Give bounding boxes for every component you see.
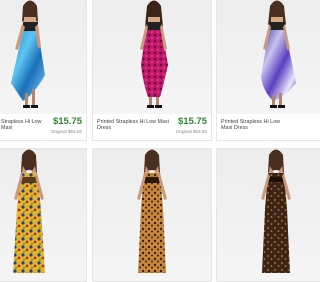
product-image[interactable] <box>217 149 320 281</box>
original-price: Original $63.00 <box>175 129 207 134</box>
product-image[interactable] <box>93 149 211 281</box>
model-leopard-dress-illustration <box>137 149 167 273</box>
product-title[interactable]: Printed Strapless Hi Low Maxi Dress <box>221 119 291 132</box>
model-pink-dress-illustration <box>140 0 168 108</box>
product-image[interactable] <box>0 0 86 114</box>
product-info: Printed Strapless Hi Low Maxi Dress $15.… <box>93 115 211 140</box>
model-purple-dress-illustration <box>261 0 296 108</box>
sale-price: $15.75 <box>52 116 82 127</box>
product-image[interactable] <box>0 149 86 281</box>
product-card[interactable] <box>216 148 320 282</box>
product-image[interactable] <box>93 0 211 114</box>
model-yellow-paisley-dress-illustration <box>13 149 45 273</box>
original-price: Original $63.00 <box>50 129 82 134</box>
product-card[interactable]: Strapless Hi Low Maxi $15.75 Original $6… <box>0 0 87 141</box>
sale-price: $15.75 <box>177 116 207 127</box>
product-title[interactable]: Strapless Hi Low Maxi <box>1 119 49 132</box>
product-info: Printed Strapless Hi Low Maxi Dress <box>217 115 320 140</box>
product-title[interactable]: Printed Strapless Hi Low Maxi Dress <box>97 119 169 132</box>
model-blue-dress-illustration <box>11 0 45 108</box>
product-image[interactable] <box>217 0 320 114</box>
product-card[interactable]: Printed Strapless Hi Low Maxi Dress $15.… <box>92 0 212 141</box>
product-card[interactable]: Printed Strapless Hi Low Maxi Dress <box>216 0 320 141</box>
product-info: Strapless Hi Low Maxi $15.75 Original $6… <box>0 115 86 140</box>
product-grid: Strapless Hi Low Maxi $15.75 Original $6… <box>0 0 320 282</box>
model-brown-dress-illustration <box>261 149 291 273</box>
product-card[interactable] <box>0 148 87 282</box>
product-card[interactable] <box>92 148 212 282</box>
